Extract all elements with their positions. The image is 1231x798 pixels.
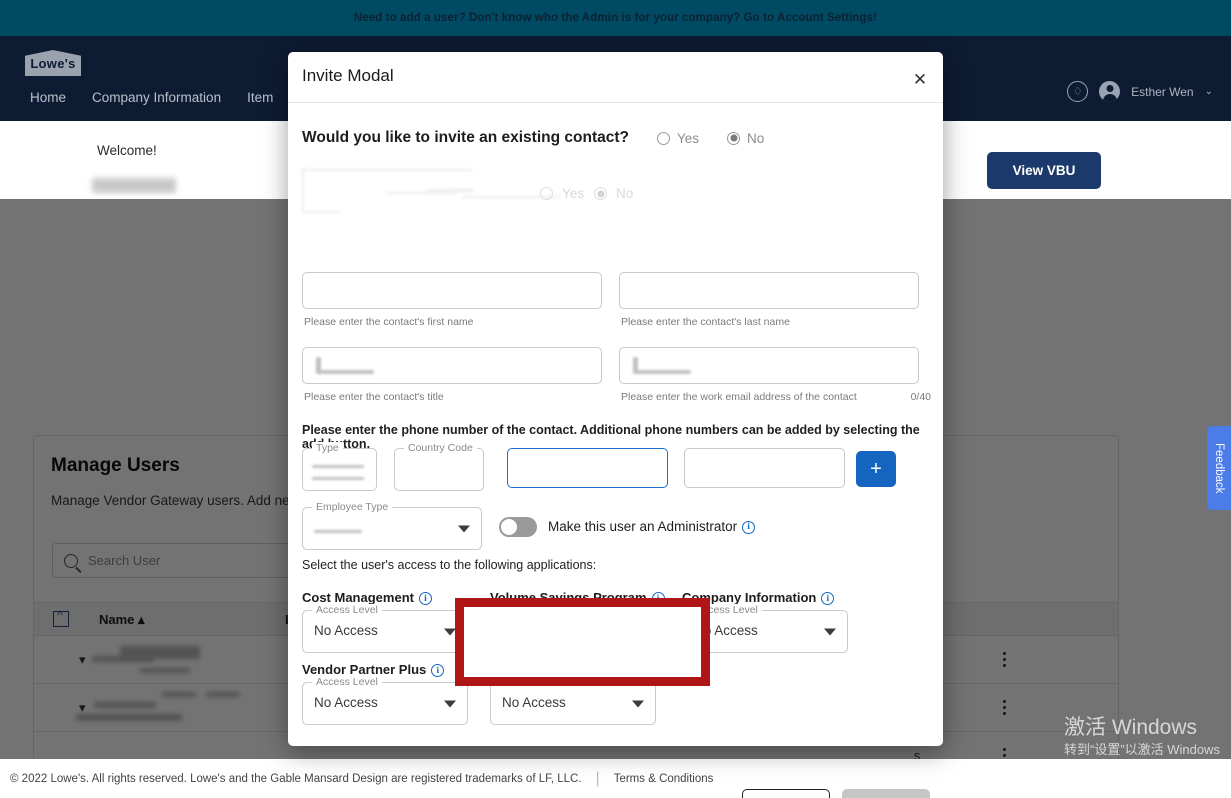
ghost-radio-no [594,187,607,200]
modal-footer: Cancel Save [288,737,943,798]
email-helper: Please enter the work email address of t… [621,391,857,403]
employee-type-label: Employee Type [312,501,393,513]
nav-item-company-information[interactable]: Company Information [92,90,221,105]
modal-header: Invite Modal ✕ [288,52,943,103]
phone-type-select[interactable]: Type [302,442,377,491]
lowes-logo: Lowe's [25,50,81,76]
avatar[interactable] [1099,81,1121,102]
existing-contact-yes-option[interactable]: Yes [656,130,700,146]
radio-no-label: No [747,130,765,146]
save-button[interactable]: Save [842,789,930,798]
access-level-value: No Access [694,623,758,638]
app-name-text: Cost Management [302,590,414,605]
nav-links: Home Company Information Item [30,90,273,105]
app-root: Need to add a user? Don't know who the A… [0,0,1231,798]
app-label-volume-savings-program: Volume Savings Program i [490,590,665,606]
title-helper: Please enter the contact's title [304,391,444,403]
existing-contact-question: Would you like to invite an existing con… [302,129,629,146]
phone-extension-field[interactable] [684,448,845,488]
redacted-input-text [312,477,364,480]
first-name-helper: Please enter the contact's first name [304,316,474,328]
administrator-toggle-label: Make this user an Administrator i [548,519,756,534]
country-code-label: Country Code [404,442,477,454]
banner-text: Need to add a user? Don't know who the A… [353,12,878,24]
redacted-company-name [92,178,176,193]
info-icon[interactable]: i [431,664,445,678]
redacted-input-text [312,465,364,468]
account-settings-banner[interactable]: Need to add a user? Don't know who the A… [0,0,1231,36]
chevron-down-icon[interactable] [444,628,456,635]
chevron-down-icon[interactable]: ⌄ [1205,86,1213,97]
access-level-label: Access Level [500,676,570,688]
access-level-value: No Access [314,695,378,710]
nav-item-home[interactable]: Home [30,90,66,105]
ghost-radio-yes-label: Yes [562,186,585,201]
modal-title: Invite Modal [302,66,394,85]
info-icon[interactable]: i [418,592,432,606]
feedback-tab[interactable]: Feedback [1207,426,1231,510]
redacted-employee-type-value [314,530,362,533]
access-instruction: Select the user's access to the followin… [302,558,597,572]
info-icon[interactable]: i [651,592,665,606]
cancel-button[interactable]: Cancel [742,789,830,798]
item-highlight-backing [464,607,701,677]
administrator-toggle[interactable] [499,517,537,537]
info-icon[interactable]: i [821,592,835,606]
last-name-helper: Please enter the contact's last name [621,316,790,328]
app-name-text: Company Information [682,590,817,605]
radio-yes[interactable] [656,131,670,145]
radio-no[interactable] [727,131,741,145]
access-level-select-company-information[interactable]: Access Level No Access [682,604,848,653]
access-level-label: Access Level [312,676,382,688]
phone-number-field[interactable] [507,448,668,488]
app-name-text: Vendor Partner Plus [302,662,427,677]
app-label-cost-management: Cost Management i [302,590,432,606]
access-level-select-vendor-partner-plus[interactable]: Access Level No Access [302,676,468,725]
redacted-input-text [633,370,691,374]
phone-type-label: Type [312,442,343,454]
access-level-label: Access Level [312,604,382,616]
app-label-vendor-partner-plus: Vendor Partner Plus i [302,662,445,678]
close-icon[interactable]: ✕ [910,69,930,89]
radio-yes-label: Yes [676,130,700,146]
chevron-down-icon[interactable] [444,700,456,707]
phone-instruction: Please enter the phone number of the con… [302,423,920,451]
ghost-radio-yes [540,187,553,200]
title-field[interactable] [302,347,602,384]
chevron-down-icon[interactable] [824,628,836,635]
email-char-counter: 0/40 [910,391,931,403]
user-name-label[interactable]: Esther Wen [1131,85,1193,99]
administrator-label-text: Make this user an Administrator [548,519,738,534]
welcome-text: Welcome! [97,143,157,158]
chevron-down-icon[interactable] [458,525,470,532]
access-level-label: Access Level [692,604,762,616]
employee-type-select[interactable]: Employee Type [302,501,482,550]
bell-icon[interactable]: ♢ [1067,81,1089,102]
country-code-select[interactable]: Country Code [394,442,484,491]
app-label-company-information: Company Information i [682,590,835,606]
add-phone-button[interactable]: + [856,451,896,487]
access-level-value: No Access [502,695,566,710]
app-name-text: Volume Savings Program [490,590,647,605]
ghost-radio-no-label: No [616,186,634,201]
redacted-input-text [316,370,374,374]
nav-right-cluster: ♢ Esther Wen ⌄ [1067,81,1213,102]
existing-contact-question-row: Would you like to invite an existing con… [302,129,764,147]
chevron-down-icon[interactable] [632,700,644,707]
nav-item-item[interactable]: Item [247,90,273,105]
existing-contact-no-option[interactable]: No [727,131,764,146]
ghost-duplicate-row: Yes No [294,165,954,217]
email-field[interactable] [619,347,919,384]
info-icon[interactable]: i [742,520,756,534]
access-level-select-item[interactable]: Access Level No Access [490,676,656,725]
first-name-field[interactable] [302,272,602,309]
access-level-select-cost-management[interactable]: Access Level No Access [302,604,468,653]
view-vbu-button[interactable]: View VBU [987,152,1101,189]
last-name-field[interactable] [619,272,919,309]
access-level-value: No Access [314,623,378,638]
